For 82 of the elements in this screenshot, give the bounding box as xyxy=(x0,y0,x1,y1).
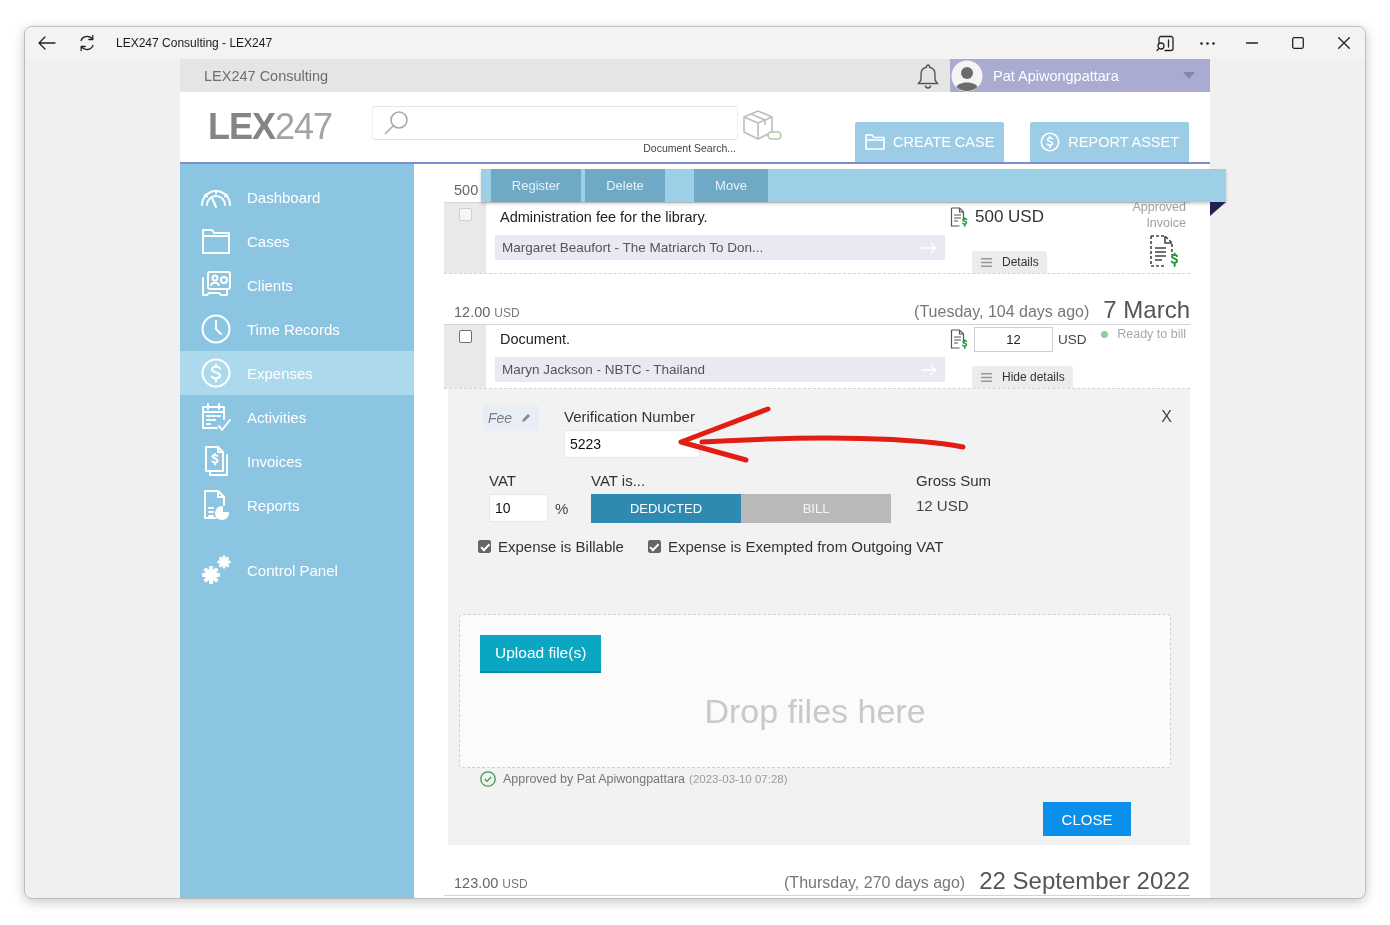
fold-corner-icon xyxy=(1210,202,1226,216)
case-link[interactable]: Maryn Jackson - NBTC - Thailand xyxy=(495,357,945,382)
amount-field[interactable]: 12 xyxy=(974,326,1053,352)
group-total: 500 xyxy=(454,181,479,200)
clock-icon xyxy=(200,313,232,345)
field-label: VAT xyxy=(489,471,517,491)
user-menu[interactable]: Pat Apiwongpattara xyxy=(950,59,1210,92)
dollar-circle-icon xyxy=(200,357,232,389)
calendar-icon xyxy=(200,401,232,433)
details-toggle-button[interactable]: Details xyxy=(972,251,1047,273)
screen-search-icon[interactable] xyxy=(1156,34,1174,52)
sidebar-item[interactable]: Time Records xyxy=(180,307,414,351)
checkbox[interactable] xyxy=(647,539,661,553)
refresh-icon[interactable] xyxy=(78,34,96,52)
upload-button[interactable]: Upload file(s) xyxy=(480,635,602,673)
search-caption: Document Search... xyxy=(643,142,736,154)
field-label: Verification Number xyxy=(564,407,696,427)
group-total: 123.00 xyxy=(454,874,499,893)
sidebar-item[interactable]: Dashboard xyxy=(180,175,414,219)
field-label: Gross Sum xyxy=(916,471,991,491)
vat-mode-option[interactable]: BILL xyxy=(741,494,891,523)
back-arrow-icon[interactable] xyxy=(38,36,56,50)
expense-description: Document. xyxy=(500,331,571,347)
folder-icon xyxy=(865,134,886,150)
checkbox[interactable] xyxy=(478,539,491,553)
dollar-circle-icon xyxy=(1040,132,1061,152)
sidebar-item[interactable]: Clients xyxy=(180,263,414,307)
expense-type-tag[interactable]: Fee xyxy=(483,405,539,431)
caret-icon xyxy=(1183,72,1195,79)
firm-name: LEX247 Consulting xyxy=(204,67,329,84)
vat-field[interactable]: 10 xyxy=(489,494,548,522)
details-toggle-button[interactable]: Hide details xyxy=(972,366,1073,388)
field-label: VAT is... xyxy=(591,471,647,491)
close-button[interactable]: CLOSE xyxy=(1043,802,1131,836)
relative-date: (Tuesday, 104 days ago) xyxy=(914,302,1090,322)
close-button[interactable]: X xyxy=(1161,407,1172,427)
invoice-icon xyxy=(950,207,968,227)
case-link[interactable]: Margaret Beaufort - The Matriarch To Don... xyxy=(495,235,945,260)
relative-date: (Thursday, 270 days ago) xyxy=(784,873,966,893)
vat-mode-option[interactable]: DEDUCTED xyxy=(591,494,741,523)
checkbox-label: Expense is Exempted from Outgoing VAT xyxy=(667,537,944,555)
currency-label: USD xyxy=(502,876,528,892)
expense-amount: 500 USD xyxy=(975,207,1044,227)
hamburger-icon xyxy=(981,372,992,382)
percent-label: % xyxy=(555,499,569,517)
group-date: 22 September 2022 xyxy=(979,866,1190,896)
sidebar-item[interactable]: Control Panel xyxy=(180,548,414,592)
currency-label: USD xyxy=(1058,331,1087,347)
window-title: LEX247 Consulting - LEX247 xyxy=(116,36,273,50)
approval-time: (2023-03-10 07:28) xyxy=(689,773,788,785)
group-total: 12.00 xyxy=(454,303,491,322)
gross-sum-value: 12 USD xyxy=(916,496,970,516)
verification-number-field[interactable]: 5223 xyxy=(564,430,700,458)
group-date: 7 March xyxy=(1103,295,1190,325)
sidebar-item[interactable]: Cases xyxy=(180,219,414,263)
sidebar-item[interactable]: Expenses xyxy=(180,351,414,395)
sidebar-item[interactable]: Activities xyxy=(180,395,414,439)
approval-text: Approved by Pat Apiwongpattara xyxy=(503,772,686,786)
status-text: Approved xyxy=(1132,199,1186,215)
row-checkbox[interactable] xyxy=(458,330,472,343)
expense-description: Administration fee for the library. xyxy=(500,209,708,225)
status-text: Ready to bill xyxy=(1117,327,1186,341)
hamburger-icon xyxy=(981,257,992,267)
bell-icon[interactable] xyxy=(916,62,940,89)
maximize-icon[interactable] xyxy=(1292,37,1304,49)
close-icon[interactable] xyxy=(1338,37,1350,49)
header-button[interactable]: CREATE CASE xyxy=(855,122,1005,162)
pencil-icon xyxy=(521,413,532,423)
sidebar-item[interactable]: Reports xyxy=(180,483,414,527)
gears-icon xyxy=(200,554,232,586)
sidebar-item[interactable]: Invoices xyxy=(180,439,414,483)
search-icon xyxy=(383,110,409,136)
check-circle-icon xyxy=(480,771,496,787)
status-text: Invoice xyxy=(1146,215,1186,231)
checkbox-label: Expense is Billable xyxy=(498,537,624,555)
search-field[interactable] xyxy=(372,106,738,140)
invoice-icon xyxy=(950,329,968,349)
logo: LEX247 xyxy=(208,109,334,145)
approved-invoice-icon xyxy=(1149,234,1179,268)
header-button[interactable]: REPORT ASSET xyxy=(1030,122,1189,162)
currency-label: USD xyxy=(494,305,520,321)
more-icon[interactable] xyxy=(1200,41,1215,45)
